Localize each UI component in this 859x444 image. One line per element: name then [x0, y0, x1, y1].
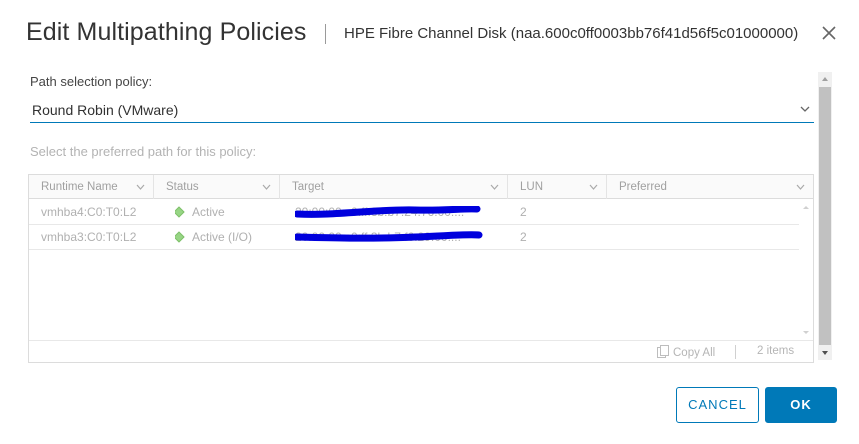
status-active-icon	[175, 206, 185, 218]
cell-preferred	[619, 200, 769, 225]
scroll-down-button[interactable]	[818, 346, 832, 360]
column-header-preferred[interactable]: Preferred	[607, 175, 813, 199]
redaction-mark	[295, 231, 483, 242]
close-icon	[822, 26, 836, 40]
cell-runtime-name: vmhba4:C0:T0:L2	[41, 205, 137, 219]
cell-status: Active	[175, 200, 275, 225]
cell-lun: 2	[520, 205, 527, 219]
cell-runtime-name: vmhba3:C0:T0:L2	[41, 230, 137, 244]
chevron-down-icon	[136, 184, 145, 190]
dialog-footer: CANCEL OK	[0, 376, 859, 444]
paths-grid: Runtime Name Status Target LUN Preferred	[28, 174, 814, 363]
chevron-down-icon	[796, 184, 805, 190]
cell-target: 20:00:00:c0:ff:3b:b7:f6:29:00:...	[295, 225, 495, 250]
scroll-up-arrow-icon[interactable]	[799, 202, 813, 212]
preferred-path-label: Select the preferred path for this polic…	[30, 144, 257, 159]
cancel-button[interactable]: CANCEL	[676, 387, 759, 423]
copy-all-button[interactable]: Copy All	[657, 345, 715, 359]
chevron-down-icon	[800, 106, 810, 112]
grid-scrollbar[interactable]	[799, 200, 813, 340]
cell-preferred	[619, 225, 769, 250]
ok-button[interactable]: OK	[765, 387, 837, 423]
footer-divider	[735, 345, 736, 359]
dialog-header: Edit Multipathing Policies HPE Fibre Cha…	[0, 0, 859, 68]
scroll-thumb[interactable]	[819, 87, 831, 345]
column-label: Target	[292, 181, 324, 193]
chevron-down-icon	[490, 184, 499, 190]
cell-status: Active (I/O)	[175, 225, 275, 250]
column-label: Status	[166, 181, 199, 193]
column-header-status[interactable]: Status	[154, 175, 280, 199]
title-divider	[325, 24, 326, 44]
copy-all-label: Copy All	[673, 347, 716, 359]
item-count: 2 items	[757, 345, 795, 357]
table-row[interactable]: vmhba4:C0:T0:L2 Active 20:00:00:c0:ff:3b…	[29, 200, 799, 225]
policy-selected-value: Round Robin (VMware)	[32, 102, 179, 118]
column-header-lun[interactable]: LUN	[508, 175, 607, 199]
dialog-body: Path selection policy: Round Robin (VMwa…	[0, 68, 859, 364]
status-active-icon	[175, 231, 185, 243]
cell-lun: 2	[520, 230, 527, 244]
status-text: Active (I/O)	[192, 230, 253, 244]
column-header-runtime-name[interactable]: Runtime Name	[29, 175, 154, 199]
redaction-mark	[295, 206, 481, 218]
dialog-subtitle: HPE Fibre Channel Disk (naa.600c0ff0003b…	[344, 25, 799, 42]
path-selection-policy-select[interactable]: Round Robin (VMware)	[30, 96, 814, 123]
chevron-down-icon	[262, 184, 271, 190]
grid-footer: Copy All 2 items	[29, 340, 813, 362]
scroll-up-arrow-icon	[822, 77, 828, 81]
scroll-down-arrow-icon[interactable]	[799, 328, 813, 338]
column-label: LUN	[520, 181, 544, 193]
scroll-down-arrow-icon	[822, 351, 828, 355]
close-button[interactable]	[820, 24, 838, 42]
cell-target: 20:00:00:c0:ff:3b:b7:24:76:00:...	[295, 200, 495, 225]
grid-header: Runtime Name Status Target LUN Preferred	[29, 175, 813, 199]
policy-label: Path selection policy:	[30, 74, 153, 89]
copy-icon	[657, 345, 669, 358]
dialog-title: Edit Multipathing Policies	[26, 18, 307, 46]
table-row[interactable]: vmhba3:C0:T0:L2 Active (I/O) 20:00:00:c0…	[29, 225, 799, 250]
status-text: Active	[192, 205, 225, 219]
column-label: Preferred	[619, 181, 667, 193]
column-header-target[interactable]: Target	[280, 175, 508, 199]
column-label: Runtime Name	[41, 181, 118, 193]
chevron-down-icon	[589, 184, 598, 190]
dialog-scrollbar[interactable]	[818, 72, 832, 360]
scroll-up-button[interactable]	[818, 72, 832, 86]
